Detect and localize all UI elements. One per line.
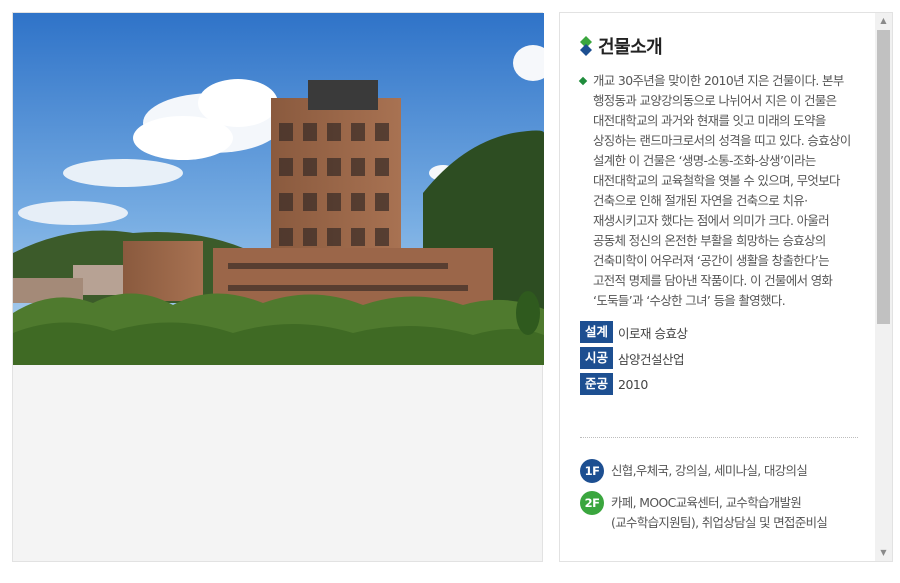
floor-badge: 2F — [580, 491, 604, 515]
floor-text: 카페, MOOC교육센터, 교수학습개발원(교수학습지원팀), 취업상담실 및 … — [611, 495, 828, 530]
scroll-up-arrow-icon[interactable]: ▲ — [875, 13, 892, 29]
photo-panel — [12, 12, 544, 562]
meta-value: 이로재 승효상 — [618, 325, 688, 341]
scroll-thumb[interactable] — [877, 30, 890, 324]
page-title: 건물소개 — [598, 37, 663, 58]
building-info-panel[interactable]: 건물소개 개교 30주년을 맞이한 2010년 지은 건물이다. 본부 행정동과… — [559, 12, 893, 562]
diamond-icon — [580, 36, 592, 56]
diamond-bullet-icon — [578, 76, 588, 86]
meta-label: 시공 — [580, 347, 614, 369]
building-description: 개교 30주년을 맞이한 2010년 지은 건물이다. 본부 행정동과 교양강의… — [578, 71, 858, 311]
meta-row-construction: 시공 삼양건설산업 — [580, 347, 858, 369]
meta-value: 삼양건설산업 — [618, 351, 685, 367]
scroll-down-arrow-icon[interactable]: ▼ — [875, 545, 892, 561]
floor-list: 1F 신협,우체국, 강의실, 세미나실, 대강의실 2F 카페, MOOC교육… — [580, 459, 858, 533]
meta-value: 2010 — [618, 376, 648, 392]
info-content: 건물소개 개교 30주년을 맞이한 2010년 지은 건물이다. 본부 행정동과… — [578, 33, 858, 541]
description-text: 개교 30주년을 맞이한 2010년 지은 건물이다. 본부 행정동과 교양강의… — [593, 73, 851, 308]
floor-badge: 1F — [580, 459, 604, 483]
floor-item-2f: 2F 카페, MOOC교육센터, 교수학습개발원(교수학습지원팀), 취업상담실… — [580, 491, 858, 533]
meta-label: 설계 — [580, 321, 614, 343]
divider — [580, 437, 858, 438]
floor-text: 신협,우체국, 강의실, 세미나실, 대강의실 — [611, 463, 808, 478]
meta-row-design: 설계 이로재 승효상 — [580, 321, 858, 343]
meta-label: 준공 — [580, 373, 614, 395]
vertical-scrollbar[interactable]: ▲ ▼ — [875, 13, 892, 561]
building-photo — [13, 13, 544, 365]
building-meta: 설계 이로재 승효상 시공 삼양건설산업 준공 2010 — [580, 321, 858, 395]
floor-item-1f: 1F 신협,우체국, 강의실, 세미나실, 대강의실 — [580, 459, 858, 483]
meta-row-completion: 준공 2010 — [580, 373, 858, 395]
title-row: 건물소개 — [580, 33, 858, 59]
